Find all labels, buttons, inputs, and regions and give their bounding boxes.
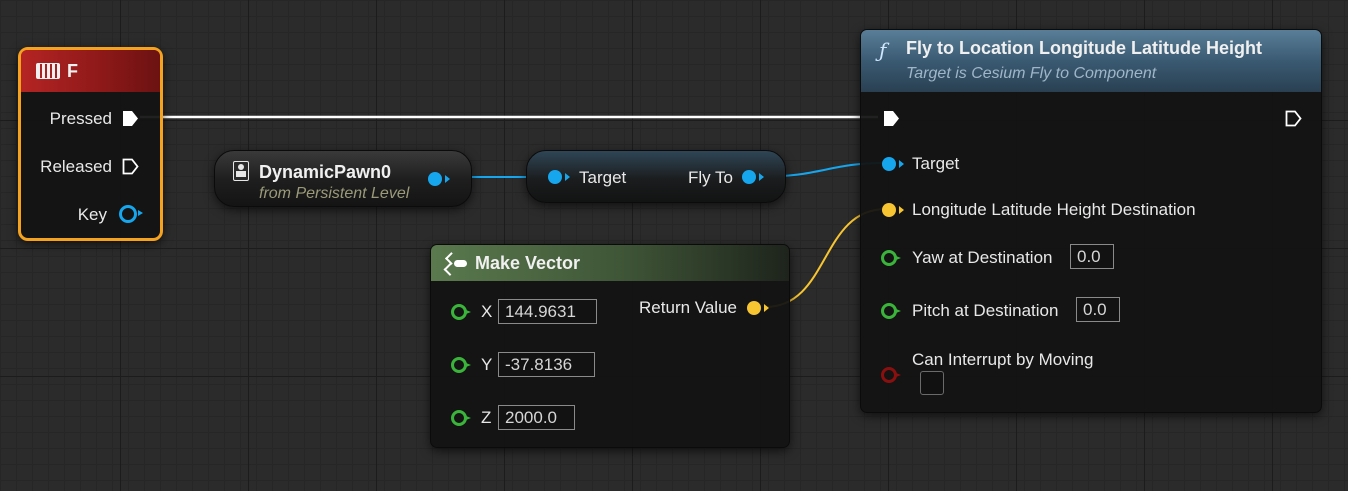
node-header: Make Vector [431,245,789,281]
dynamic-pawn-reference-node[interactable]: DynamicPawn0 from Persistent Level [214,150,472,207]
input-key-event-node[interactable]: F Pressed Released Key [18,47,163,241]
get-fly-to-component-node[interactable]: Target Fly To [526,150,786,203]
node-header: F [21,50,160,92]
target-pin[interactable] [882,157,896,171]
released-label: Released [40,157,112,176]
yaw-float-pin[interactable] [881,250,901,266]
pressed-exec-pin[interactable] [122,110,139,127]
return-value-arrow [764,304,769,312]
interrupt-label: Can Interrupt by Moving [912,350,1094,369]
function-icon: ƒ [879,38,887,62]
interrupt-checkbox[interactable] [920,371,944,395]
x-float-pin[interactable] [451,304,471,320]
make-vector-node[interactable]: Make Vector X 144.9631 Y -37.8136 Z 2000… [430,244,790,448]
node-title: Fly to Location Longitude Latitude Heigh… [906,38,1262,58]
key-pin-arrow [138,210,143,216]
node-header: ƒ Fly to Location Longitude Latitude Hei… [861,30,1321,92]
component-target-pin[interactable] [548,170,562,184]
keyboard-icon [36,63,60,79]
interrupt-bool-pin[interactable] [881,367,901,383]
pressed-label: Pressed [49,109,112,128]
target-pin-arrow [899,160,904,168]
pitch-label: Pitch at Destination [912,301,1059,320]
component-output-arrow [759,173,764,181]
y-label: Y [481,355,493,374]
destination-pin[interactable] [882,203,896,217]
z-value-field[interactable]: 2000.0 [498,405,575,430]
pawn-output-pin[interactable] [428,172,442,186]
y-value-field[interactable]: -37.8136 [498,352,595,377]
yaw-value-field[interactable]: 0.0 [1070,244,1114,269]
z-label: Z [481,408,492,427]
pawn-subtitle: from Persistent Level [259,185,410,202]
x-value-field[interactable]: 144.9631 [498,299,597,324]
y-float-pin[interactable] [451,357,471,373]
return-value-pin[interactable] [747,301,761,315]
make-vector-icon [443,252,468,276]
component-target-label: Target [579,168,627,187]
released-exec-pin[interactable] [122,158,139,175]
node-subtitle: Target is Cesium Fly to Component [906,65,1157,82]
component-output-label: Fly To [687,168,733,187]
pitch-float-pin[interactable] [881,303,901,319]
node-title: Make Vector [475,253,581,273]
destination-pin-arrow [899,206,904,214]
destination-label: Longitude Latitude Height Destination [912,200,1196,219]
node-title: F [67,61,78,81]
fly-to-location-node[interactable]: ƒ Fly to Location Longitude Latitude Hei… [860,29,1322,413]
exec-output-pin[interactable] [1285,110,1302,127]
component-output-pin[interactable] [742,170,756,184]
component-target-arrow [565,173,570,181]
exec-input-pin[interactable] [883,110,900,127]
yaw-label: Yaw at Destination [912,248,1053,267]
key-struct-pin[interactable] [119,205,137,223]
pawn-icon [233,161,249,181]
pitch-value-field[interactable]: 0.0 [1076,297,1120,322]
x-label: X [481,302,493,321]
pawn-title: DynamicPawn0 [259,162,392,182]
return-value-label: Return Value [639,298,737,317]
key-label: Key [77,205,107,224]
z-float-pin[interactable] [451,410,471,426]
pawn-pin-arrow [445,175,450,183]
target-label: Target [912,154,960,173]
